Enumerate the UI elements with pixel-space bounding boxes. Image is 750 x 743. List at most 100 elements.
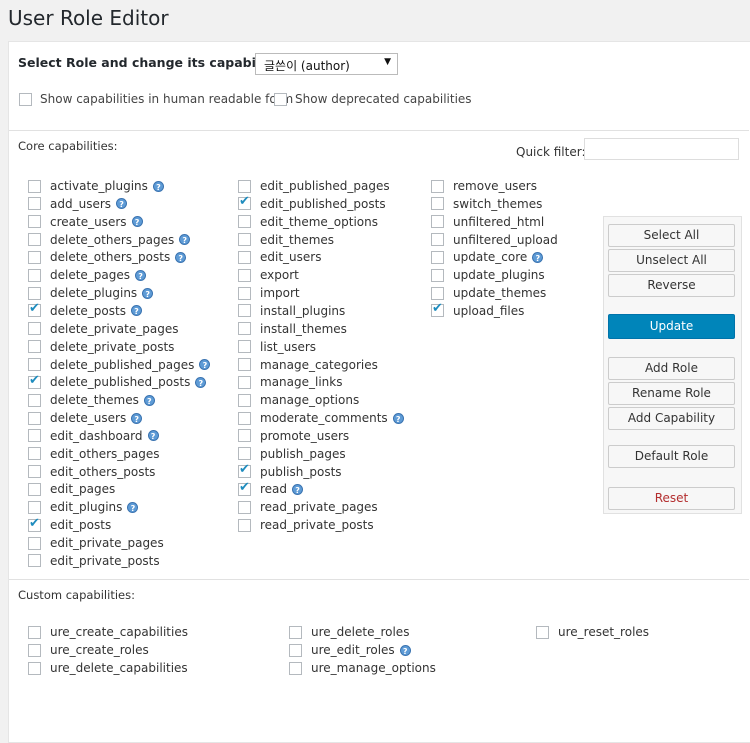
capability-item[interactable]: delete_themes? [28, 391, 155, 409]
capability-item[interactable]: manage_categories [238, 356, 378, 374]
capability-item[interactable]: read_private_pages [238, 498, 378, 516]
help-icon[interactable]: ? [392, 412, 404, 424]
capability-checkbox[interactable] [28, 429, 41, 443]
capability-checkbox[interactable] [28, 500, 41, 514]
capability-item[interactable]: create_users? [28, 213, 143, 231]
capability-checkbox[interactable] [238, 462, 251, 479]
capability-item[interactable]: unfiltered_upload [431, 231, 558, 249]
update-button[interactable]: Update [608, 314, 735, 339]
capability-item[interactable]: switch_themes [431, 195, 542, 213]
help-icon[interactable]: ? [175, 251, 187, 263]
capability-checkbox[interactable] [238, 411, 251, 425]
capability-checkbox[interactable] [28, 322, 41, 336]
capability-checkbox[interactable] [238, 375, 251, 389]
capability-item[interactable]: read_private_posts [238, 516, 374, 534]
capability-item[interactable]: edit_users [238, 248, 321, 266]
capability-checkbox[interactable] [289, 661, 302, 675]
capability-item[interactable]: delete_plugins? [28, 284, 154, 302]
capability-item[interactable]: export [238, 266, 299, 284]
capability-item[interactable]: update_plugins [431, 266, 545, 284]
capability-item[interactable]: install_plugins [238, 302, 345, 320]
capability-checkbox[interactable] [238, 447, 251, 461]
human-readable-option[interactable]: Show capabilities in human readable form [19, 92, 293, 106]
capability-item[interactable]: edit_dashboard? [28, 427, 159, 445]
help-icon[interactable]: ? [195, 376, 207, 388]
help-icon[interactable]: ? [532, 251, 544, 263]
capability-checkbox[interactable] [238, 233, 251, 247]
select-all-button[interactable]: Select All [608, 224, 735, 247]
capability-checkbox[interactable] [28, 197, 41, 211]
capability-item[interactable]: import [238, 284, 300, 302]
capability-item[interactable]: edit_others_posts [28, 463, 155, 481]
capability-item[interactable]: delete_published_posts? [28, 373, 207, 391]
capability-item[interactable]: edit_themes [238, 231, 334, 249]
capability-item[interactable]: ure_delete_capabilities [28, 659, 188, 677]
capability-item[interactable]: ure_create_capabilities [28, 623, 188, 641]
capability-checkbox[interactable] [536, 625, 549, 639]
capability-checkbox[interactable] [28, 411, 41, 425]
capability-item[interactable]: edit_others_pages [28, 445, 159, 463]
rename-role-button[interactable]: Rename Role [608, 382, 735, 405]
capability-checkbox[interactable] [28, 393, 41, 407]
capability-checkbox[interactable] [28, 536, 41, 550]
quick-filter-input[interactable] [584, 138, 739, 160]
capability-checkbox[interactable] [238, 250, 251, 264]
capability-item[interactable]: edit_private_pages [28, 534, 164, 552]
capability-checkbox[interactable] [238, 518, 251, 532]
capability-checkbox[interactable] [238, 215, 251, 229]
capability-checkbox[interactable] [28, 250, 41, 264]
capability-checkbox[interactable] [238, 393, 251, 407]
capability-item[interactable]: edit_pages [28, 480, 115, 498]
help-icon[interactable]: ? [116, 198, 128, 210]
capability-item[interactable]: ure_manage_options [289, 659, 436, 677]
help-icon[interactable]: ? [179, 234, 191, 246]
capability-item[interactable]: edit_private_posts [28, 552, 160, 570]
capability-item[interactable]: delete_others_pages? [28, 231, 191, 249]
capability-item[interactable]: manage_links [238, 373, 342, 391]
unselect-all-button[interactable]: Unselect All [608, 249, 735, 272]
capability-checkbox[interactable] [289, 643, 302, 657]
capability-checkbox[interactable] [28, 661, 41, 675]
capability-item[interactable]: delete_private_pages [28, 320, 178, 338]
capability-checkbox[interactable] [238, 268, 251, 282]
capability-item[interactable]: edit_theme_options [238, 213, 378, 231]
capability-checkbox[interactable] [431, 268, 444, 282]
capability-item[interactable]: remove_users [431, 177, 537, 195]
capability-item[interactable]: delete_published_pages? [28, 356, 211, 374]
capability-item[interactable]: moderate_comments? [238, 409, 404, 427]
capability-item[interactable]: delete_private_posts [28, 338, 174, 356]
capability-checkbox[interactable] [28, 268, 41, 282]
capability-checkbox[interactable] [28, 179, 41, 193]
deprecated-checkbox[interactable] [274, 92, 287, 106]
add-capability-button[interactable]: Add Capability [608, 407, 735, 430]
capability-checkbox[interactable] [28, 643, 41, 657]
capability-checkbox[interactable] [28, 465, 41, 479]
capability-checkbox[interactable] [238, 340, 251, 354]
reverse-button[interactable]: Reverse [608, 274, 735, 297]
capability-item[interactable]: ure_reset_roles [536, 623, 649, 641]
help-icon[interactable]: ? [142, 287, 154, 299]
capability-item[interactable]: edit_published_pages [238, 177, 390, 195]
capability-item[interactable]: read? [238, 480, 304, 498]
capability-checkbox[interactable] [28, 373, 41, 389]
capability-checkbox[interactable] [238, 179, 251, 193]
capability-checkbox[interactable] [28, 482, 41, 496]
capability-checkbox[interactable] [28, 447, 41, 461]
capability-item[interactable]: upload_files [431, 301, 524, 320]
capability-checkbox[interactable] [431, 179, 444, 193]
capability-item[interactable]: update_core? [431, 248, 544, 266]
capability-checkbox[interactable] [238, 322, 251, 336]
help-icon[interactable]: ? [199, 359, 211, 370]
help-icon[interactable]: ? [130, 305, 142, 317]
capability-item[interactable]: ure_create_roles [28, 641, 149, 659]
role-select[interactable]: 글쓴이 (author) ▼ [255, 53, 398, 75]
help-icon[interactable]: ? [399, 644, 411, 656]
human-readable-checkbox[interactable] [19, 92, 32, 106]
capability-checkbox[interactable] [238, 429, 251, 443]
capability-checkbox[interactable] [431, 197, 444, 211]
help-icon[interactable]: ? [152, 180, 164, 192]
capability-item[interactable]: update_themes [431, 284, 546, 302]
capability-item[interactable]: delete_users? [28, 409, 143, 427]
capability-item[interactable]: publish_posts [238, 462, 342, 481]
capability-item[interactable]: delete_posts? [28, 301, 142, 320]
